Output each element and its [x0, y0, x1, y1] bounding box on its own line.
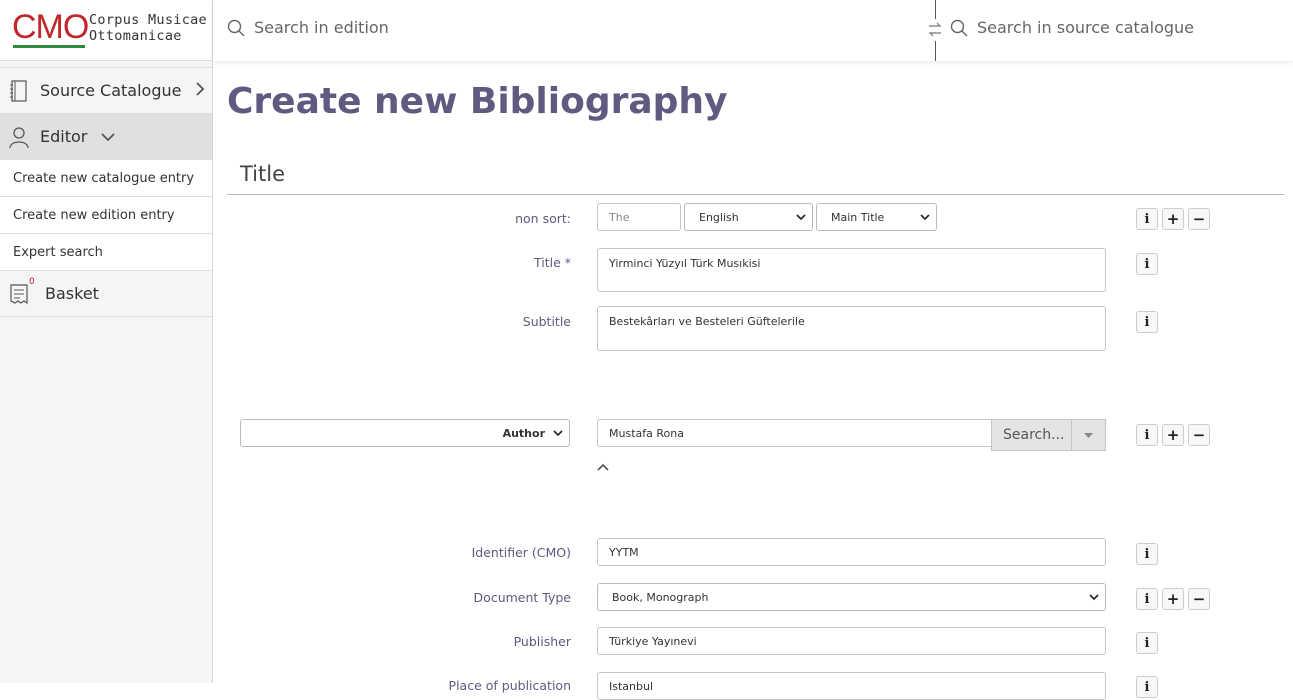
author-info-button[interactable]: i	[1136, 424, 1158, 446]
doctype-remove-button[interactable]: −	[1188, 588, 1210, 610]
place-input[interactable]: Istanbul	[597, 672, 1106, 700]
author-add-button[interactable]: +	[1162, 424, 1184, 446]
chevron-right-icon	[195, 81, 205, 100]
info-icon: i	[1144, 546, 1150, 562]
place-label: Place of publication	[448, 678, 571, 693]
chevron-down-icon	[920, 213, 930, 220]
sidebar-item-label: Basket	[45, 284, 99, 303]
chevron-down-icon	[553, 429, 563, 436]
publisher-input[interactable]: Türkiye Yayınevi	[597, 627, 1106, 655]
doctype-add-button[interactable]: +	[1162, 588, 1184, 610]
doctype-select[interactable]: Book, Monograph	[597, 583, 1106, 611]
swap-icon[interactable]	[927, 19, 943, 41]
logo-underline	[13, 45, 85, 48]
sidebar-item-source-catalogue[interactable]: Source Catalogue	[0, 68, 212, 114]
logo-line-2: Ottomanicae	[89, 28, 182, 44]
logo-mark: CMO	[12, 8, 89, 46]
doctype-info-button[interactable]: i	[1136, 588, 1158, 610]
minus-icon: −	[1192, 590, 1206, 608]
author-search-dropdown[interactable]	[1071, 419, 1106, 451]
subtitle-info-button[interactable]: i	[1136, 311, 1158, 333]
identifier-label: Identifier (CMO)	[471, 545, 571, 560]
sidebar-item-basket[interactable]: 0 Basket	[0, 271, 212, 317]
info-icon: i	[1144, 211, 1150, 227]
sidebar-subitem-expert-search[interactable]: Expert search	[0, 234, 212, 271]
identifier-info-button[interactable]: i	[1136, 543, 1158, 565]
publisher-info-button[interactable]: i	[1136, 632, 1158, 654]
info-icon: i	[1144, 256, 1150, 272]
author-input[interactable]: Mustafa Rona	[597, 419, 993, 447]
author-role-value: Author	[502, 426, 545, 440]
minus-icon: −	[1192, 426, 1206, 444]
section-divider	[227, 194, 1284, 195]
non-sort-info-button[interactable]: i	[1136, 208, 1158, 230]
language-select[interactable]: English	[684, 203, 813, 231]
info-icon: i	[1144, 635, 1150, 651]
title-label: Title *	[533, 255, 571, 270]
language-value: English	[699, 210, 739, 224]
author-search-button[interactable]: Search...	[991, 419, 1072, 451]
sidebar-item-label: Editor	[40, 127, 88, 146]
non-sort-input[interactable]: The	[597, 203, 681, 231]
user-icon	[8, 126, 30, 148]
non-sort-label: non sort:	[515, 211, 571, 226]
section-title: Title	[240, 162, 286, 186]
search-icon	[950, 19, 968, 36]
title-textarea[interactable]: Yirminci Yüzyıl Türk Musıkisi	[597, 248, 1106, 292]
subtitle-textarea[interactable]: Bestekârları ve Besteleri Güftelerile	[597, 306, 1106, 351]
place-info-button[interactable]: i	[1136, 676, 1158, 698]
info-icon: i	[1144, 679, 1150, 695]
info-icon: i	[1144, 591, 1150, 607]
collapse-chevron-icon[interactable]	[597, 456, 609, 475]
minus-icon: −	[1192, 210, 1206, 228]
title-type-select[interactable]: Main Title	[816, 203, 937, 231]
info-icon: i	[1144, 427, 1150, 443]
doctype-label: Document Type	[473, 590, 571, 605]
sidebar-subitem-new-catalogue-entry[interactable]: Create new catalogue entry	[0, 160, 212, 197]
title-type-value: Main Title	[831, 210, 885, 224]
search-edition[interactable]: Search in edition	[227, 18, 389, 37]
author-remove-button[interactable]: −	[1188, 424, 1210, 446]
info-icon: i	[1144, 314, 1150, 330]
plus-icon: +	[1166, 590, 1180, 608]
basket-count-badge: 0	[29, 277, 35, 287]
page-title: Create new Bibliography	[227, 81, 728, 122]
basket-icon	[8, 283, 30, 305]
book-icon	[8, 79, 30, 102]
search-source[interactable]: Search in source catalogue	[950, 18, 1194, 37]
sidebar-item-label: Source Catalogue	[40, 81, 182, 100]
sidebar-spacer	[0, 61, 212, 68]
logo-line-1: Corpus Musicae	[89, 12, 207, 28]
title-add-button[interactable]: +	[1162, 208, 1184, 230]
sidebar: CMO Corpus Musicae Ottomanicae Source Ca…	[0, 0, 213, 683]
chevron-down-icon	[796, 213, 806, 220]
publisher-label: Publisher	[513, 634, 571, 649]
logo[interactable]: CMO Corpus Musicae Ottomanicae	[0, 0, 212, 61]
doctype-value: Book, Monograph	[612, 590, 709, 604]
sidebar-item-editor[interactable]: Editor	[0, 114, 212, 160]
caret-down-icon	[1084, 432, 1093, 438]
subtitle-label: Subtitle	[522, 314, 571, 329]
author-role-select[interactable]: Author	[240, 419, 570, 447]
sidebar-subitem-new-edition-entry[interactable]: Create new edition entry	[0, 197, 212, 234]
chevron-down-icon	[101, 127, 115, 146]
logo-text: Corpus Musicae Ottomanicae	[89, 12, 207, 44]
title-remove-button[interactable]: −	[1188, 208, 1210, 230]
main-content: Create new Bibliography Title non sort: …	[213, 61, 1293, 700]
search-source-placeholder: Search in source catalogue	[977, 18, 1194, 37]
top-bar: Search in edition Search in source catal…	[213, 0, 1293, 61]
search-edition-placeholder: Search in edition	[254, 18, 389, 37]
identifier-input[interactable]: YYTM	[597, 538, 1106, 566]
plus-icon: +	[1166, 210, 1180, 228]
plus-icon: +	[1166, 426, 1180, 444]
search-icon	[227, 19, 245, 36]
title-info-button[interactable]: i	[1136, 253, 1158, 275]
chevron-down-icon	[1089, 593, 1099, 600]
